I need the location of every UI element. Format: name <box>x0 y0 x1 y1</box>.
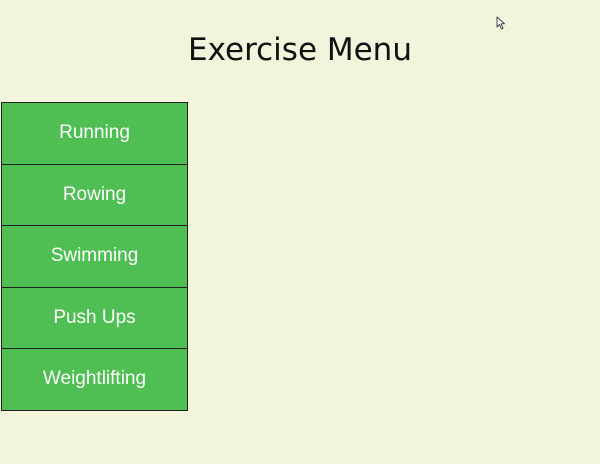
swimming-button[interactable]: Swimming <box>1 225 188 288</box>
weightlifting-button[interactable]: Weightlifting <box>1 348 188 411</box>
rowing-button[interactable]: Rowing <box>1 163 188 226</box>
push-ups-button[interactable]: Push Ups <box>1 286 188 349</box>
running-button[interactable]: Running <box>1 102 188 165</box>
exercise-menu: Running Rowing Swimming Push Ups Weightl… <box>1 102 188 411</box>
page-title: Exercise Menu <box>188 32 412 68</box>
mouse-pointer-icon <box>496 16 505 30</box>
